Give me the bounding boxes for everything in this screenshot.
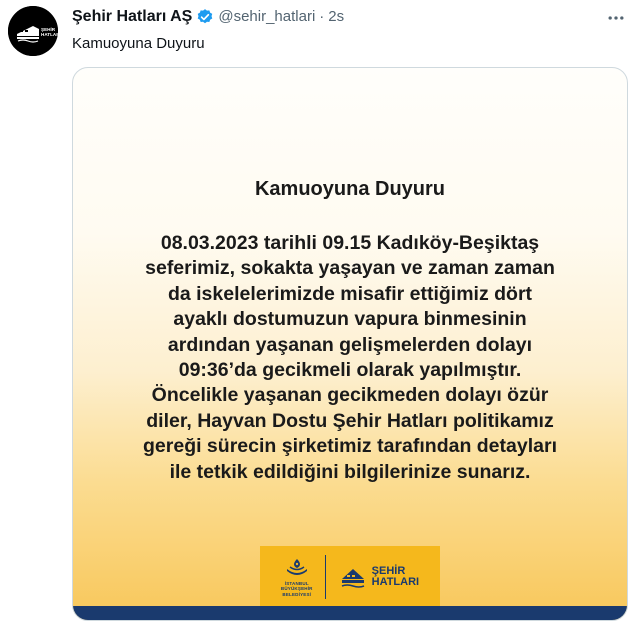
sehir-hatlari-avatar-logo: ŞEHİR HATLARI (8, 6, 58, 56)
body-line: 09:36’da gecikmeli olarak yapılmıştır. (178, 359, 522, 382)
sh-logo-line: HATLARI (371, 576, 420, 588)
more-options-icon (608, 16, 624, 20)
timestamp[interactable]: 2s (328, 7, 344, 27)
avatar-text-line2: HATLARI (41, 32, 58, 37)
avatar[interactable]: ŞEHİR HATLARI (8, 6, 58, 56)
tweet-header: Şehir Hatları AŞ @sehir_hatlari · 2s (72, 7, 344, 27)
display-name[interactable]: Şehir Hatları AŞ (72, 7, 192, 27)
tweet-text: Kamuoyuna Duyuru (72, 35, 205, 52)
body-line: gereği sürecin şirketimiz tarafından det… (143, 435, 557, 458)
ibb-emblem-icon (286, 558, 307, 575)
body-line: ayaklı dostumuzun vapura binmesinin (173, 308, 527, 331)
ibb-logo: İSTANBUL BÜYÜKŞEHİR BELEDİYESİ (281, 557, 313, 598)
logo-box: İSTANBUL BÜYÜKŞEHİR BELEDİYESİ ŞEHİR HAT… (260, 546, 440, 608)
body-line: diler, Hayvan Dostu Şehir Hatları politi… (146, 409, 554, 432)
body-line: seferimiz, sokakta yaşayan ve zaman zama… (145, 257, 555, 280)
body-line: da iskelelerimizde misafir ettiğimiz dör… (167, 282, 533, 305)
body-line: ardından yaşanan gelişmelerden dolayı (167, 333, 533, 356)
body-line: Öncelikle yaşanan gecikmeden dolayı özür (151, 384, 549, 407)
announcement-title: Kamuoyuna Duyuru (254, 178, 446, 200)
sehir-hatlari-logo: ŞEHİR HATLARI (338, 563, 419, 591)
verified-badge-icon (196, 8, 214, 26)
ferry-emblem-icon (341, 569, 364, 588)
separator-dot: · (319, 8, 325, 25)
ibb-logo-line: BELEDİYESİ (282, 591, 312, 597)
body-line: 08.03.2023 tarihli 09.15 Kadıköy-Beşikta… (160, 232, 540, 254)
tweet-media-image[interactable]: Kamuoyuna Duyuru 08.03.2023 tarihli 09.1… (72, 67, 628, 621)
logo-divider (324, 555, 326, 599)
user-handle[interactable]: @sehir_hatlari (218, 7, 315, 27)
announcement-body: 08.03.2023 tarihli 09.15 Kadıköy-Beşikta… (101, 231, 599, 485)
bottom-stripe (73, 606, 627, 620)
more-options-button[interactable] (604, 6, 628, 30)
body-line: ile tetkik edildiğini bilgilerinize suna… (169, 460, 531, 483)
